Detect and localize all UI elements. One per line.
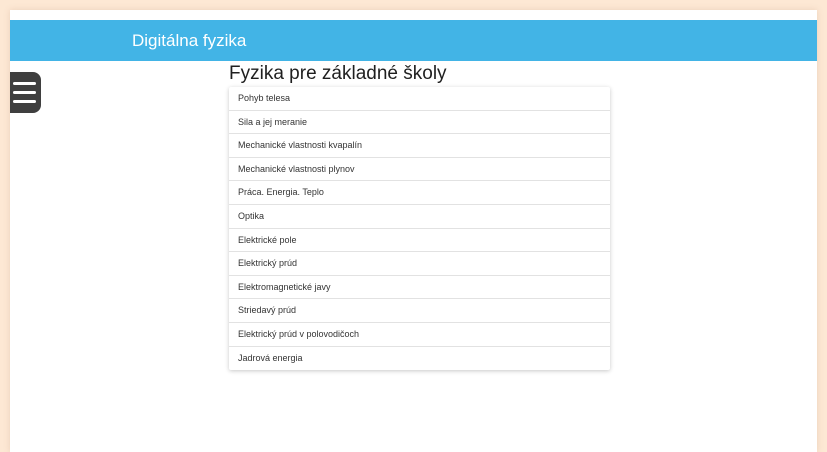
topic-item-elektromagneticke-javy[interactable]: Elektromagnetické javy [229, 276, 610, 300]
topic-list: Pohyb telesa Sila a jej meranie Mechanic… [229, 87, 610, 371]
topic-item-mechanicke-vlastnosti-kvapalin[interactable]: Mechanické vlastnosti kvapalín [229, 134, 610, 158]
hamburger-menu-button[interactable] [10, 72, 41, 113]
page-container: Digitálna fyzika Fyzika pre základné ško… [10, 10, 817, 452]
topic-item-mechanicke-vlastnosti-plynov[interactable]: Mechanické vlastnosti plynov [229, 158, 610, 182]
topic-item-striedavy-prud[interactable]: Striedavý prúd [229, 299, 610, 323]
topic-item-optika[interactable]: Optika [229, 205, 610, 229]
topic-item-praca-energia-teplo[interactable]: Práca. Energia. Teplo [229, 181, 610, 205]
topic-item-sila-a-jej-meranie[interactable]: Sila a jej meranie [229, 111, 610, 135]
topic-item-elektricky-prud-v-polovodicoch[interactable]: Elektrický prúd v polovodičoch [229, 323, 610, 347]
top-app-bar: Digitálna fyzika [10, 20, 817, 61]
topic-item-jadrova-energia[interactable]: Jadrová energia [229, 347, 610, 371]
topic-item-pohyb-telesa[interactable]: Pohyb telesa [229, 87, 610, 111]
topic-item-elektricky-prud[interactable]: Elektrický prúd [229, 252, 610, 276]
app-title[interactable]: Digitálna fyzika [132, 32, 246, 49]
page-title: Fyzika pre základné školy [229, 63, 447, 84]
topic-item-elektricke-pole[interactable]: Elektrické pole [229, 229, 610, 253]
